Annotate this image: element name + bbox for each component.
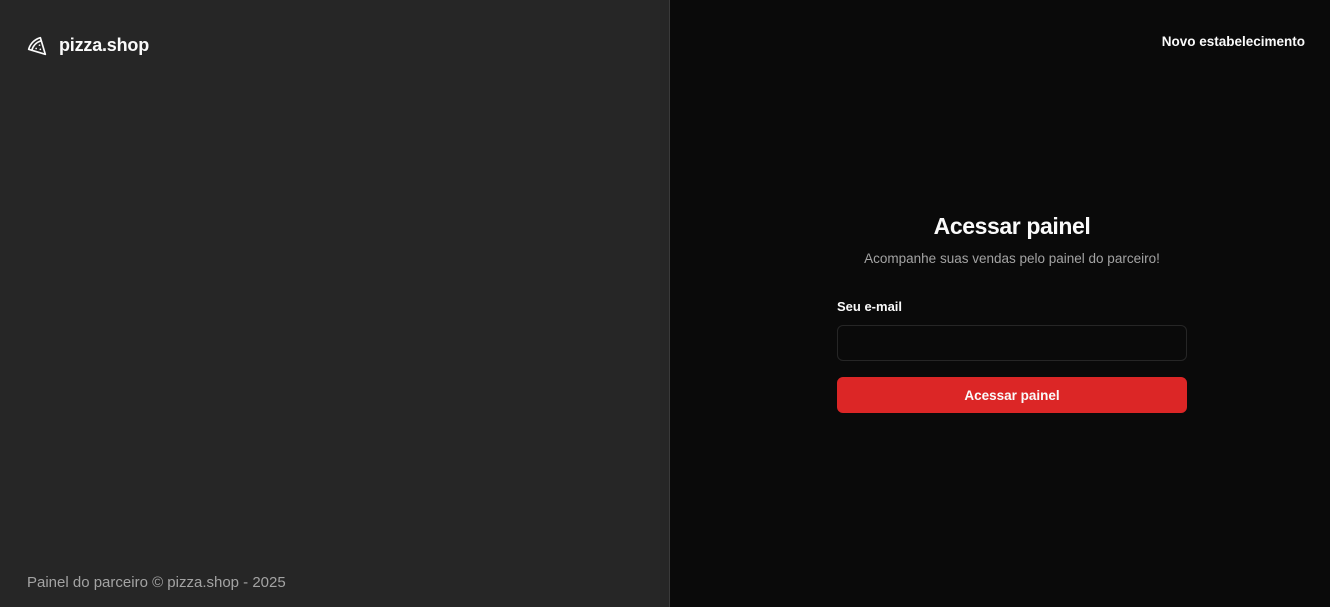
email-label: Seu e-mail xyxy=(837,299,903,314)
form-title: Acessar painel xyxy=(933,213,1091,239)
email-field[interactable] xyxy=(837,325,1187,361)
footer-copyright: Painel do parceiro © pizza.shop - 2025 xyxy=(27,574,286,591)
form-subtitle: Acompanhe suas vendas pelo painel do par… xyxy=(864,251,1160,266)
sign-in-page: pizza.shop Painel do parceiro © pizza.sh… xyxy=(0,0,1330,607)
brand-name: pizza.shop xyxy=(59,35,150,55)
brand-panel: pizza.shop Painel do parceiro © pizza.sh… xyxy=(0,0,670,607)
submit-button[interactable]: Acessar painel xyxy=(837,377,1187,413)
new-store-link[interactable]: Novo estabelecimento xyxy=(1162,34,1305,49)
sign-in-panel: Novo estabelecimento Acessar painel Acom… xyxy=(670,0,1330,607)
pizza-slice-icon xyxy=(27,36,47,56)
sign-in-form: Acessar painel Acompanhe suas vendas pel… xyxy=(837,213,1187,413)
brand-header: pizza.shop xyxy=(27,35,642,56)
